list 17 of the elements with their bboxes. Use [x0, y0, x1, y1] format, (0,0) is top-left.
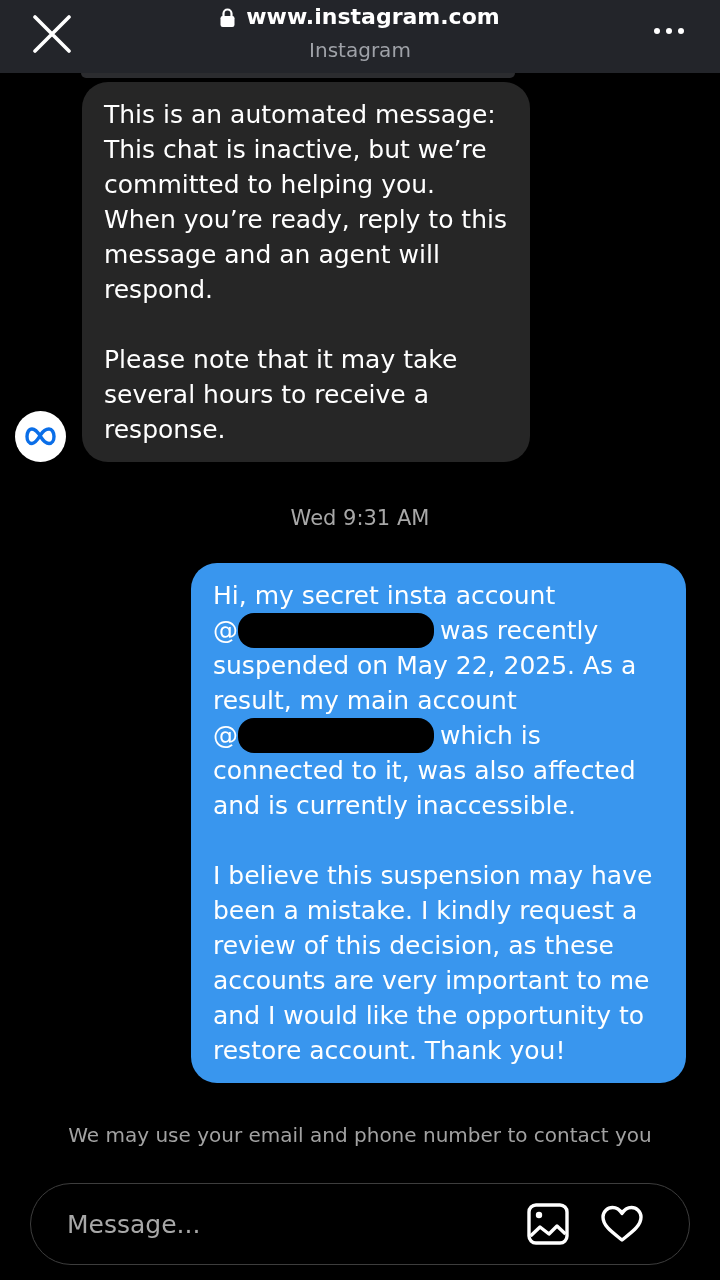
url-text: www.instagram.com — [246, 3, 500, 31]
close-icon — [33, 15, 71, 53]
image-icon[interactable] — [527, 1203, 569, 1245]
message-text: This is an automated message: This chat is inactive, but we’re committed to helping you. When you’re ready, reply to this message and an agent will respond. — [104, 99, 508, 306]
infinity-avatar-icon — [15, 411, 66, 462]
timestamp: Wed 9:31 AM — [290, 505, 430, 532]
notice-text: We may use your email and phone number to contact you — [68, 1122, 652, 1149]
message-input[interactable]: Message... — [67, 1209, 507, 1239]
heart-icon[interactable] — [600, 1205, 644, 1243]
more-icon — [654, 28, 684, 34]
more-button[interactable] — [654, 28, 684, 34]
close-button[interactable] — [33, 15, 71, 53]
site-name: Instagram — [309, 37, 411, 63]
lock-icon — [220, 7, 236, 27]
message-text: Hi, my secret insta account @ was recently suspended on May 22, 2025. As a result, my main account @ which is connected to it, was also affected and is currently inaccessible. — [213, 580, 638, 822]
message-text: Please note that it may take several hours to receive a response. — [104, 344, 459, 446]
message-text: I believe this suspension may have been a mistake. I kindly request a review of this decision, as these accounts are very important to me and I would like the opportunity to restore account. Thank you! — [213, 860, 654, 1067]
